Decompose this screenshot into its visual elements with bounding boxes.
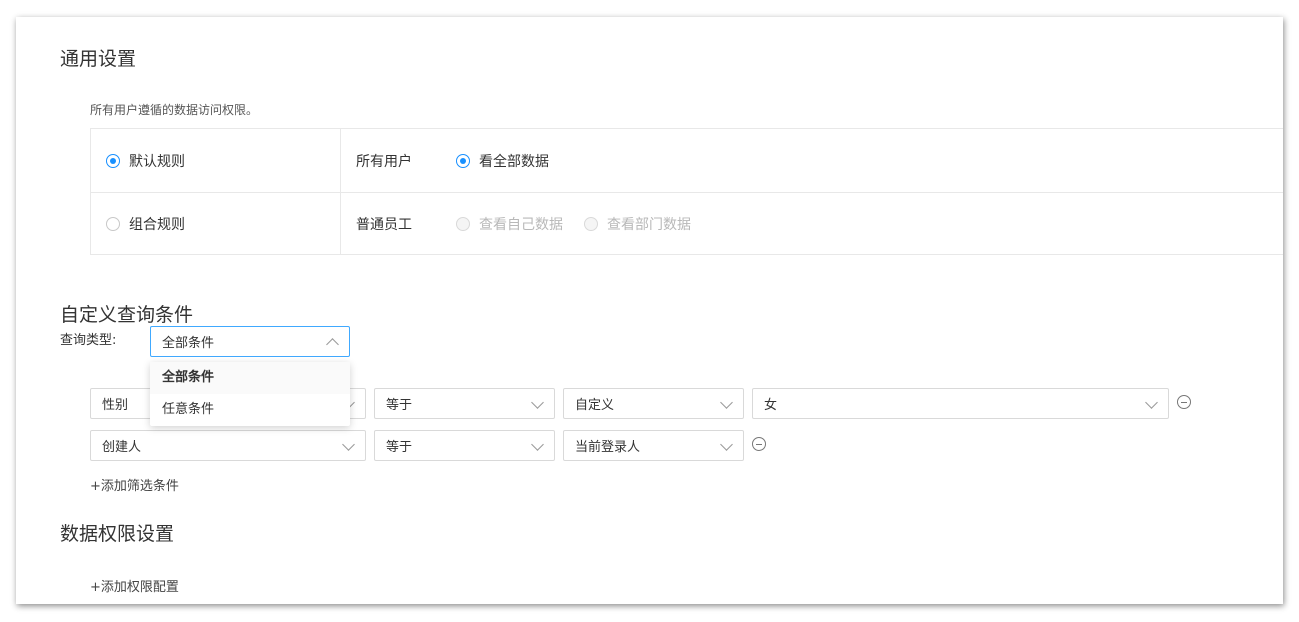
radio-default-rule[interactable]: 默认规则 [106, 151, 185, 171]
chevron-down-icon [720, 396, 733, 409]
radio-combined-rule[interactable]: 组合规则 [106, 214, 185, 234]
condition-2-valuetype: 当前登录人 [575, 440, 641, 455]
condition-1-operator-select[interactable]: 等于 [374, 388, 555, 419]
radio-unchecked-icon [106, 217, 120, 231]
combined-rule-label: 组合规则 [129, 217, 185, 233]
condition-1-valuetype-select[interactable]: 自定义 [563, 388, 744, 419]
radio-view-all-data[interactable]: 看全部数据 [456, 151, 549, 171]
data-permission-title: 数据权限设置 [60, 523, 175, 545]
view-dept-data-label: 查看部门数据 [607, 217, 691, 233]
chevron-down-icon [342, 438, 355, 451]
custom-query-title: 自定义查询条件 [60, 304, 194, 326]
condition-2-operator-select[interactable]: 等于 [374, 430, 555, 461]
chevron-down-icon [720, 438, 733, 451]
remove-condition-1-icon[interactable] [1177, 395, 1191, 409]
condition-2-valuetype-select[interactable]: 当前登录人 [563, 430, 744, 461]
query-type-label: 查询类型: [60, 333, 117, 348]
group-all-users: 所有用户 [356, 154, 412, 170]
add-filter-link[interactable]: +添加筛选条件 [90, 475, 179, 494]
query-type-value: 全部条件 [162, 336, 215, 351]
condition-2-field-select[interactable]: 创建人 [90, 430, 366, 461]
condition-1-valuetype: 自定义 [575, 398, 615, 413]
general-settings-description: 所有用户遵循的数据访问权限。 [90, 103, 259, 117]
dropdown-option-all[interactable]: 全部条件 [150, 362, 350, 394]
condition-2-operator: 等于 [386, 440, 413, 455]
chevron-down-icon [531, 438, 544, 451]
chevron-down-icon [531, 396, 544, 409]
chevron-down-icon [1145, 396, 1158, 409]
view-all-data-label: 看全部数据 [479, 154, 549, 170]
query-type-select[interactable]: 全部条件 [150, 326, 350, 357]
condition-1-value-select[interactable]: 女 [752, 388, 1169, 419]
rules-table: 默认规则 组合规则 所有用户 看全部数据 普通员工 查看自己数据 查看部门数据 [90, 128, 1283, 255]
default-rule-label: 默认规则 [129, 154, 185, 170]
radio-disabled-icon [456, 217, 470, 231]
condition-1-value: 女 [764, 398, 778, 413]
condition-1-operator: 等于 [386, 398, 413, 413]
remove-condition-2-icon[interactable] [752, 437, 766, 451]
condition-2-field: 创建人 [102, 440, 142, 455]
radio-view-dept-data[interactable]: 查看部门数据 [584, 214, 691, 234]
view-own-data-label: 查看自己数据 [479, 217, 563, 233]
query-type-dropdown: 全部条件 任意条件 [150, 362, 350, 426]
radio-view-own-data[interactable]: 查看自己数据 [456, 214, 563, 234]
group-regular-staff: 普通员工 [356, 217, 412, 233]
general-settings-title: 通用设置 [60, 48, 137, 70]
condition-1-field: 性别 [102, 398, 129, 413]
chevron-up-icon [326, 338, 339, 351]
settings-card: 通用设置 所有用户遵循的数据访问权限。 默认规则 组合规则 所有用户 看全部数据… [16, 17, 1283, 604]
radio-checked-icon [106, 154, 120, 168]
radio-checked-icon [456, 154, 470, 168]
add-permission-link[interactable]: +添加权限配置 [90, 576, 179, 595]
dropdown-option-any[interactable]: 任意条件 [150, 394, 350, 426]
radio-disabled-icon [584, 217, 598, 231]
